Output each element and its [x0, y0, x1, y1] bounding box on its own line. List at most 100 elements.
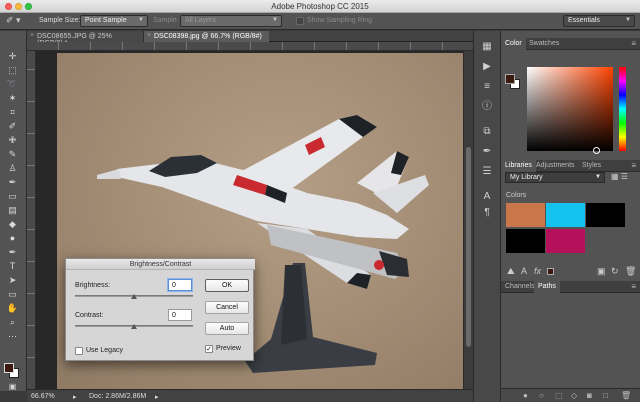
gradient-icon[interactable]: ▤: [3, 205, 22, 216]
magic-wand-icon[interactable]: ✶: [3, 93, 22, 104]
workspace-select[interactable]: Essentials ▼: [563, 15, 635, 27]
tab-libraries[interactable]: Libraries: [501, 160, 536, 172]
brightness-contrast-dialog: Brightness/Contrast Brightness: 0 Contra…: [65, 258, 255, 361]
info-icon[interactable]: ⓘ: [480, 101, 494, 113]
color-picker-ring[interactable]: [593, 147, 600, 154]
character-icon[interactable]: A: [480, 191, 494, 203]
hand-icon[interactable]: ✋: [3, 303, 22, 314]
dodge-icon[interactable]: ●: [3, 233, 22, 244]
ok-button[interactable]: OK: [205, 279, 249, 292]
library-color-swatch[interactable]: [506, 229, 545, 253]
chevron-right-icon[interactable]: ▸: [155, 393, 159, 401]
zoom-icon[interactable]: ⌕: [3, 317, 22, 328]
add-mask-icon[interactable]: ◙: [587, 391, 592, 400]
cancel-button[interactable]: Cancel: [205, 301, 249, 314]
add-color-icon[interactable]: [547, 268, 554, 275]
trash-icon[interactable]: 🗑: [621, 391, 631, 400]
history-brush-icon[interactable]: ✒: [3, 177, 22, 188]
layer-comps-icon[interactable]: ⧉: [480, 126, 494, 138]
add-content-icon[interactable]: ⛰: [507, 266, 515, 277]
sample-select[interactable]: All Layers ▼: [180, 15, 282, 27]
load-selection-icon[interactable]: ⬚: [555, 391, 563, 400]
library-color-swatch[interactable]: [546, 229, 585, 253]
new-path-icon[interactable]: □: [603, 391, 608, 400]
foreground-color-swatch[interactable]: [505, 74, 515, 84]
brightness-slider-thumb[interactable]: [131, 294, 137, 299]
eyedropper-icon[interactable]: ✐ ▾: [6, 15, 30, 27]
close-icon[interactable]: ×: [147, 32, 151, 39]
lasso-icon[interactable]: ➰: [3, 79, 22, 90]
vertical-scrollbar[interactable]: [463, 51, 473, 389]
libraries-footer: ⛰ A fx ▣ ↻ 🗑: [501, 265, 640, 278]
more-tools-icon[interactable]: ⋯: [3, 331, 22, 342]
document-tab-bar: × DSC08655.JPG @ 25% (RGB/8) * × DSC0839…: [27, 31, 473, 47]
healing-icon[interactable]: ✙: [3, 135, 22, 146]
library-color-swatch[interactable]: [506, 203, 545, 227]
add-character-style-icon[interactable]: A: [521, 266, 527, 276]
clone-source-icon[interactable]: ☰: [480, 166, 494, 178]
scrollbar-thumb[interactable]: [466, 147, 471, 347]
brush-icon[interactable]: ✎: [3, 149, 22, 160]
path-select-icon[interactable]: ➤: [3, 275, 22, 286]
panel-menu-icon[interactable]: ≡: [631, 161, 636, 170]
add-layer-style-icon[interactable]: fx: [534, 266, 541, 276]
brightness-input[interactable]: 0: [168, 279, 192, 291]
brightness-label: Brightness:: [75, 282, 111, 289]
auto-button[interactable]: Auto: [205, 322, 249, 335]
library-name: My Library: [510, 174, 543, 181]
contrast-input[interactable]: 0: [168, 309, 192, 321]
shape-icon[interactable]: ▭: [3, 289, 22, 300]
document-tab-2[interactable]: × DSC08398.jpg @ 66.7% (RGB/8#): [144, 31, 269, 42]
close-icon[interactable]: ×: [30, 32, 34, 39]
paragraph-icon[interactable]: ¶: [480, 207, 494, 219]
tab-color[interactable]: Color: [501, 38, 526, 50]
actions-icon[interactable]: ▶: [480, 61, 494, 73]
history-icon[interactable]: ▦: [480, 41, 494, 53]
sync-icon[interactable]: ↻: [611, 266, 619, 277]
properties-icon[interactable]: ≡: [480, 81, 494, 93]
contrast-slider-thumb[interactable]: [131, 324, 137, 329]
sample-size-value: Point Sample: [85, 17, 127, 24]
show-sampling-ring-checkbox[interactable]: [296, 17, 304, 25]
brush-presets-icon[interactable]: ✒: [480, 146, 494, 158]
type-icon[interactable]: T: [3, 261, 22, 272]
grid-view-icon[interactable]: ▦ ☰: [611, 172, 628, 181]
zoom-level[interactable]: 66.67%: [31, 393, 55, 400]
blur-icon[interactable]: ◆: [3, 219, 22, 230]
quick-mask-icon[interactable]: ▣: [3, 381, 22, 392]
library-color-swatch[interactable]: [586, 203, 625, 227]
preview-label: Preview: [216, 345, 241, 352]
fill-path-icon[interactable]: ●: [523, 391, 528, 400]
panel-menu-icon[interactable]: ≡: [631, 282, 636, 291]
library-select[interactable]: My Library ▼: [505, 172, 605, 183]
nose-cone: [97, 169, 121, 179]
stamp-icon[interactable]: ♙: [3, 163, 22, 174]
sample-size-select[interactable]: Point Sample ▼: [80, 15, 148, 27]
sample-size-label: Sample Size:: [39, 17, 81, 24]
document-tab-1[interactable]: × DSC08655.JPG @ 25% (RGB/8) *: [27, 31, 144, 47]
vertical-ruler: [27, 51, 36, 389]
trash-icon[interactable]: 🗑: [625, 266, 636, 277]
marquee-icon[interactable]: ⬚: [3, 65, 22, 76]
panel-menu-icon[interactable]: ≡: [631, 39, 636, 48]
tab-adjustments[interactable]: Adjustments: [532, 160, 579, 172]
foreground-color-swatch[interactable]: [4, 363, 14, 373]
move-icon[interactable]: ✛: [3, 51, 22, 62]
library-color-swatch[interactable]: [546, 203, 585, 227]
hue-slider[interactable]: [619, 67, 626, 151]
crop-icon[interactable]: ⌗: [3, 107, 22, 118]
make-work-path-icon[interactable]: ◇: [571, 391, 577, 400]
preview-checkbox[interactable]: ✓: [205, 345, 213, 353]
tab-channels[interactable]: Channels: [501, 281, 539, 293]
tab-paths[interactable]: Paths: [534, 281, 560, 293]
cc-libraries-icon[interactable]: ▣: [597, 266, 606, 277]
use-legacy-checkbox[interactable]: [75, 347, 83, 355]
pen-icon[interactable]: ✒: [3, 247, 22, 258]
color-field[interactable]: [527, 67, 613, 151]
stroke-path-icon[interactable]: ○: [539, 391, 544, 400]
red-marking: [374, 260, 384, 270]
eyedropper-icon[interactable]: ✐: [3, 121, 22, 132]
tab-swatches[interactable]: Swatches: [525, 38, 563, 50]
eraser-icon[interactable]: ▭: [3, 191, 22, 202]
tab-styles[interactable]: Styles: [578, 160, 605, 172]
